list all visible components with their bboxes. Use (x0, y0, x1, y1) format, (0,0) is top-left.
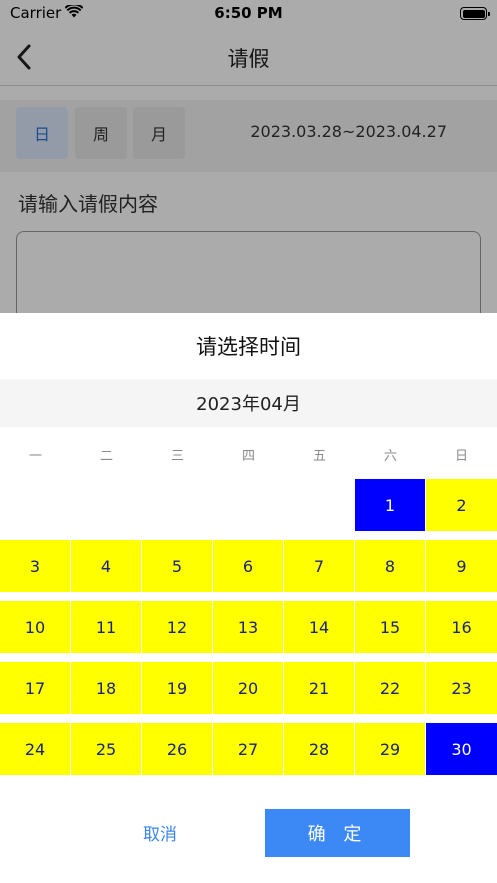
day-cell[interactable]: 3 (0, 540, 70, 592)
day-cell[interactable]: 13 (213, 601, 283, 653)
weekday-label: 三 (170, 448, 184, 464)
day-cell[interactable]: 10 (0, 601, 70, 653)
day-cell[interactable]: 18 (71, 662, 141, 714)
day-cell[interactable]: 29 (355, 723, 425, 775)
weekday-header: 一二三四五六日 (0, 439, 497, 469)
picker-title: 请选择时间 (196, 335, 301, 359)
day-cell[interactable]: 24 (0, 723, 70, 775)
day-cell[interactable]: 6 (213, 540, 283, 592)
day-cell[interactable]: 7 (284, 540, 354, 592)
day-cell[interactable]: 25 (71, 723, 141, 775)
day-cell[interactable]: 15 (355, 601, 425, 653)
day-cell[interactable]: 12 (142, 601, 212, 653)
day-cell[interactable]: 27 (213, 723, 283, 775)
day-cell[interactable]: 19 (142, 662, 212, 714)
day-cell[interactable]: 21 (284, 662, 354, 714)
day-cell[interactable]: 28 (284, 723, 354, 775)
day-cell[interactable]: 20 (213, 662, 283, 714)
day-cell[interactable]: 23 (426, 662, 497, 714)
date-picker-sheet: 请选择时间 2023年04月 一二三四五六日 1 2 3 4 5 6 7 8 9 10 11 12 13… (0, 313, 497, 883)
day-cell[interactable]: 17 (0, 662, 70, 714)
weekday-label: 一 (28, 448, 42, 464)
day-cell[interactable]: 9 (426, 540, 497, 592)
weekday-label: 六 (383, 448, 397, 464)
day-cell[interactable]: 8 (355, 540, 425, 592)
day-cell[interactable]: 30 (426, 723, 497, 775)
cancel-button[interactable]: 取消 (100, 810, 220, 854)
month-header: 2023年04月 (0, 379, 497, 427)
day-cell[interactable]: 22 (355, 662, 425, 714)
day-cell[interactable]: 11 (71, 601, 141, 653)
day-cell[interactable]: 5 (142, 540, 212, 592)
weekday-label: 二 (99, 448, 113, 464)
confirm-button[interactable]: 确 定 (265, 809, 410, 857)
day-cell[interactable]: 2 (426, 479, 497, 531)
weekday-label: 四 (241, 448, 255, 464)
day-cell[interactable]: 4 (71, 540, 141, 592)
modal-overlay[interactable] (0, 0, 497, 313)
weekday-label: 五 (312, 448, 326, 464)
day-cell[interactable]: 1 (355, 479, 425, 531)
day-cell[interactable]: 14 (284, 601, 354, 653)
day-cell[interactable]: 16 (426, 601, 497, 653)
weekday-label: 日 (454, 448, 468, 464)
day-cell[interactable]: 26 (142, 723, 212, 775)
